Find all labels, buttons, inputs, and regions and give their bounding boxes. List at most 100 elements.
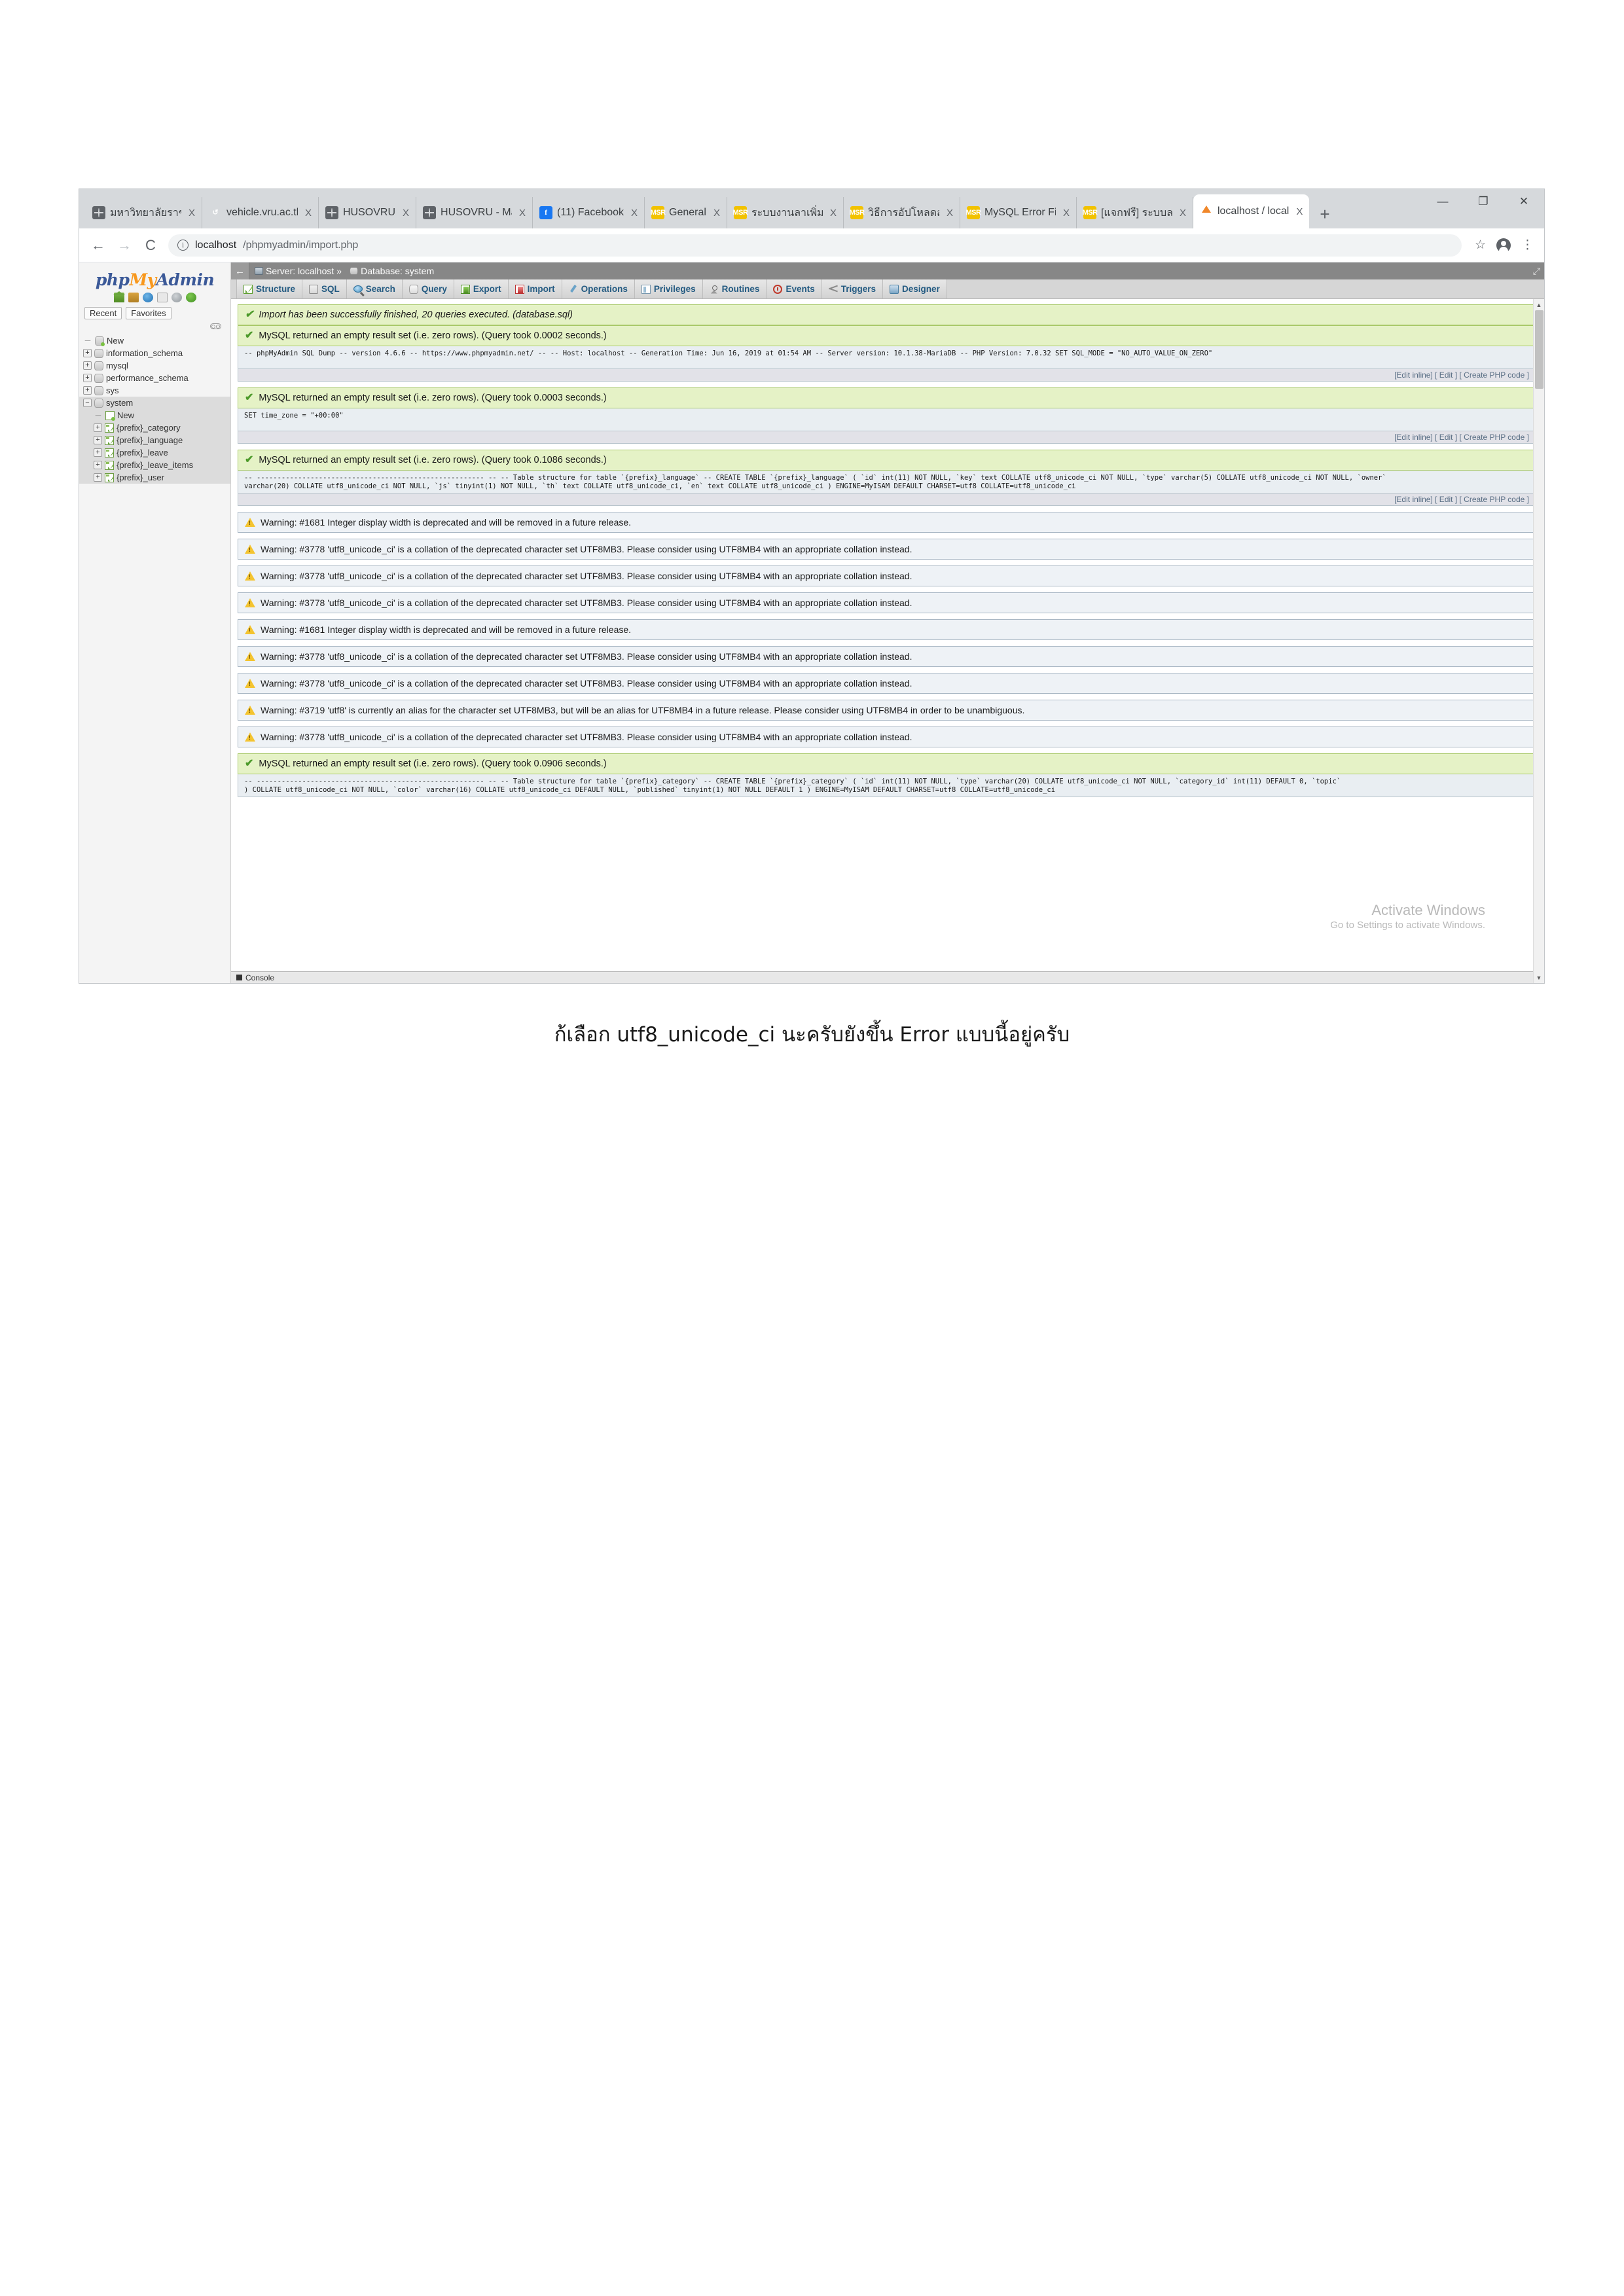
breadcrumb-database[interactable]: Database: system: [361, 266, 434, 276]
create-php-code-link[interactable]: [ Create PHP code ]: [1460, 495, 1530, 504]
recent-button[interactable]: Recent: [84, 307, 122, 319]
tab-close-icon[interactable]: X: [516, 207, 528, 219]
browser-tab[interactable]: MSR [แจกฟรี] ระบบลาง X: [1077, 197, 1193, 228]
page-scrollbar[interactable]: ▲ ▼: [1533, 299, 1544, 983]
scroll-up-arrow[interactable]: ▲: [1534, 299, 1544, 310]
forward-button[interactable]: →: [116, 237, 133, 254]
tab-close-icon[interactable]: X: [1060, 207, 1072, 219]
tab-close-icon[interactable]: X: [711, 207, 723, 219]
tree-item-information-schema[interactable]: + information_schema: [79, 347, 230, 359]
tree-item-prefix-language[interactable]: + {prefix}_language: [79, 434, 230, 446]
tab-query[interactable]: Query: [402, 279, 454, 298]
bookmark-star-icon[interactable]: ☆: [1475, 238, 1486, 253]
warning-icon: [245, 545, 255, 554]
tab-close-icon[interactable]: X: [944, 207, 956, 219]
watermark-title: Activate Windows: [1371, 902, 1485, 918]
tab-routines[interactable]: Routines: [702, 279, 767, 298]
tab-export[interactable]: Export: [454, 279, 509, 298]
browser-tab[interactable]: MSR วิธีการอัปโหลดสคริ X: [844, 197, 960, 228]
tab-close-icon[interactable]: X: [1177, 207, 1189, 219]
close-button[interactable]: ✕: [1504, 189, 1544, 214]
tree-item-prefix-leave[interactable]: + {prefix}_leave: [79, 446, 230, 459]
new-tab-button[interactable]: +: [1309, 204, 1340, 228]
reload-button[interactable]: C: [142, 237, 159, 254]
edit-inline-link[interactable]: [Edit inline]: [1394, 370, 1433, 380]
expand-toggle[interactable]: +: [83, 349, 92, 357]
expand-toggle[interactable]: +: [94, 436, 102, 444]
tree-item-new-database[interactable]: ─ New: [79, 334, 230, 347]
tree-item-prefix-category[interactable]: + {prefix}_category: [79, 422, 230, 434]
home-icon[interactable]: [113, 291, 125, 302]
edit-inline-link[interactable]: [Edit inline]: [1394, 495, 1433, 504]
settings-gear-icon[interactable]: [171, 293, 182, 302]
table-icon: [105, 460, 114, 470]
browser-tab[interactable]: MSR General X: [645, 197, 727, 228]
expand-toggle[interactable]: +: [83, 386, 92, 395]
tab-designer[interactable]: Designer: [883, 279, 947, 298]
tab-events[interactable]: Events: [767, 279, 822, 298]
tab-close-icon[interactable]: X: [400, 207, 412, 219]
scroll-down-arrow[interactable]: ▼: [1534, 972, 1544, 983]
browser-tab[interactable]: MSR MySQL Error Fiel X: [960, 197, 1077, 228]
refresh-icon[interactable]: [185, 293, 196, 302]
maximize-button[interactable]: ❐: [1463, 189, 1504, 214]
tab-close-icon[interactable]: X: [827, 207, 839, 219]
site-info-icon[interactable]: i: [177, 240, 189, 251]
expand-toggle[interactable]: +: [94, 448, 102, 457]
tree-item-performance-schema[interactable]: + performance_schema: [79, 372, 230, 384]
expand-toggle[interactable]: +: [83, 361, 92, 370]
favorites-button[interactable]: Favorites: [126, 307, 171, 319]
browser-tab[interactable]: MSR ระบบงานลาเพิ่มด่ำ X: [727, 197, 844, 228]
tree-item-new-table[interactable]: ─ New: [79, 409, 230, 422]
create-php-code-link[interactable]: [ Create PHP code ]: [1460, 433, 1530, 442]
sidebar-collapse-button[interactable]: ←: [231, 262, 249, 279]
warning-message: Warning: #1681 Integer display width is …: [238, 619, 1535, 640]
tree-item-system[interactable]: − system: [79, 397, 230, 409]
create-php-code-link[interactable]: [ Create PHP code ]: [1460, 370, 1530, 380]
tab-close-icon[interactable]: X: [1293, 206, 1305, 217]
tree-item-sys[interactable]: + sys: [79, 384, 230, 397]
browser-tab[interactable]: HUSOVRU X: [319, 197, 417, 228]
tab-triggers[interactable]: Triggers: [821, 279, 883, 298]
browser-tab[interactable]: มหาวิทยาลัยราชภัฏ X: [86, 197, 202, 228]
breadcrumb-expand-icon[interactable]: ⤢: [1533, 266, 1544, 277]
scroll-thumb[interactable]: [1535, 310, 1543, 389]
tab-structure[interactable]: Structure: [236, 279, 303, 298]
expand-toggle[interactable]: +: [94, 473, 102, 482]
breadcrumb-server[interactable]: Server: localhost: [266, 266, 334, 276]
edit-link[interactable]: [ Edit ]: [1435, 433, 1457, 442]
tab-sql[interactable]: SQL: [302, 279, 347, 298]
exit-icon[interactable]: [128, 293, 139, 302]
tree-item-mysql[interactable]: + mysql: [79, 359, 230, 372]
collapse-toggle[interactable]: −: [83, 399, 92, 407]
tab-operations[interactable]: Operations: [562, 279, 635, 298]
docs-icon[interactable]: [156, 293, 168, 302]
minimize-button[interactable]: —: [1422, 189, 1463, 214]
phpmyadmin-logo[interactable]: phpMyAdmin: [79, 268, 230, 291]
tab-close-icon[interactable]: X: [628, 207, 640, 219]
tree-item-prefix-leave-items[interactable]: + {prefix}_leave_items: [79, 459, 230, 471]
back-button[interactable]: ←: [90, 237, 107, 254]
profile-avatar-icon[interactable]: [1496, 238, 1511, 253]
edit-link[interactable]: [ Edit ]: [1435, 495, 1457, 504]
chrome-menu-icon[interactable]: ⋮: [1521, 239, 1534, 251]
expand-toggle[interactable]: +: [94, 423, 102, 432]
edit-inline-link[interactable]: [Edit inline]: [1394, 433, 1433, 442]
browser-tab-active[interactable]: localhost / local X: [1193, 194, 1310, 228]
tab-close-icon[interactable]: X: [186, 207, 198, 219]
expand-toggle[interactable]: +: [94, 461, 102, 469]
browser-tab[interactable]: HUSOVRU - Man X: [416, 197, 533, 228]
tab-search[interactable]: Search: [346, 279, 403, 298]
tab-close-icon[interactable]: X: [302, 207, 314, 219]
console-bar[interactable]: Console: [231, 971, 1544, 983]
edit-link[interactable]: [ Edit ]: [1435, 370, 1457, 380]
tree-item-prefix-user[interactable]: + {prefix}_user: [79, 471, 230, 484]
help-icon[interactable]: [142, 293, 153, 302]
tab-import[interactable]: Import: [508, 279, 562, 298]
browser-tab[interactable]: f (11) Facebook X: [533, 197, 645, 228]
tab-privileges[interactable]: Privileges: [634, 279, 703, 298]
filter-glasses-icon[interactable]: [210, 323, 221, 329]
browser-tab[interactable]: ↺ vehicle.vru.ac.th/ X: [202, 197, 319, 228]
expand-toggle[interactable]: +: [83, 374, 92, 382]
address-bar[interactable]: i localhost/phpmyadmin/import.php: [168, 234, 1462, 257]
